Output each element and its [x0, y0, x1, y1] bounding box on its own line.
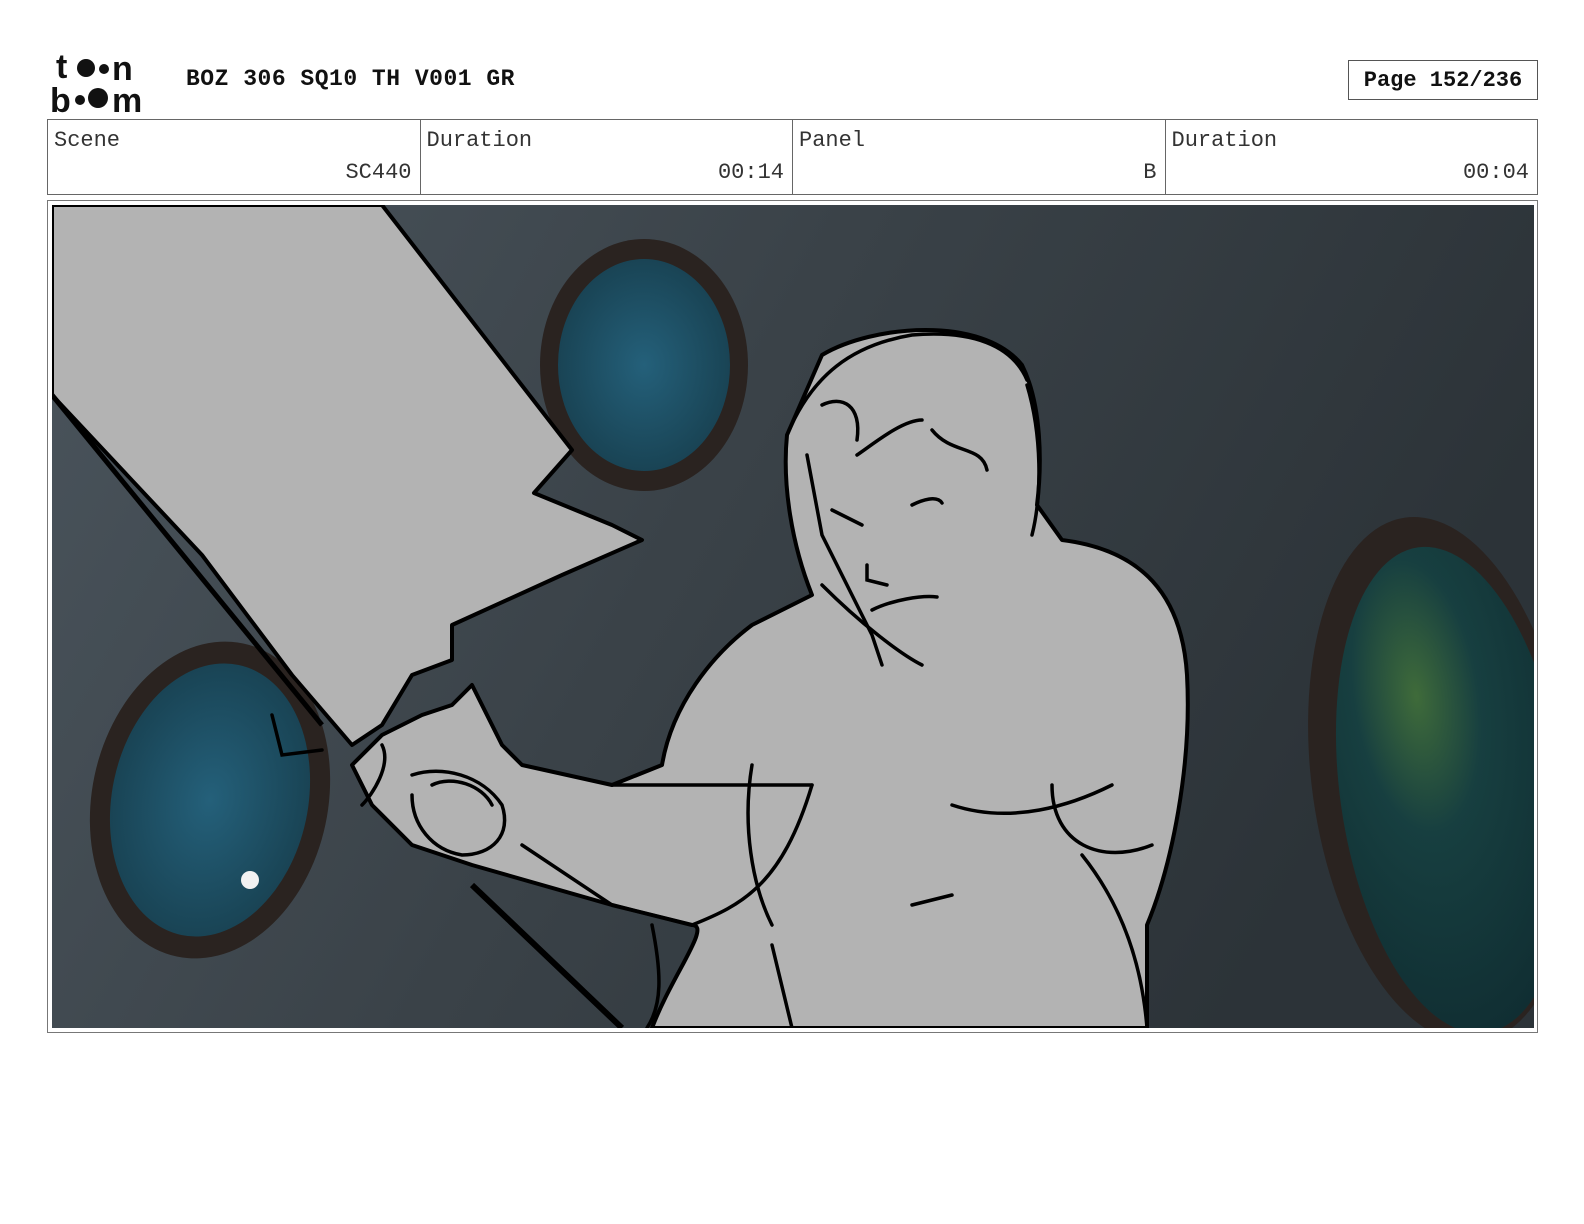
- scene-label: Scene: [54, 128, 121, 153]
- toon-boom-logo: t n b m: [50, 50, 164, 114]
- scene-duration-cell: Duration 00:14: [421, 120, 793, 194]
- scene-cell: Scene SC440: [48, 120, 421, 194]
- svg-text:m: m: [112, 82, 142, 114]
- scene-value: SC440: [345, 160, 412, 185]
- page-indicator: Page 152/236: [1348, 60, 1538, 100]
- panel-cell: Panel B: [793, 120, 1166, 194]
- panel-label: Panel: [799, 128, 866, 153]
- scene-info-table: Scene SC440 Duration 00:14 Panel B Durat…: [47, 119, 1538, 195]
- panel-duration-cell: Duration 00:04: [1166, 120, 1538, 194]
- scene-duration-label: Duration: [426, 128, 533, 153]
- scene-duration-value: 00:14: [717, 160, 784, 185]
- document-title: BOZ 306 SQ10 TH V001 GR: [186, 66, 515, 92]
- panel-duration-label: Duration: [1171, 128, 1278, 153]
- svg-text:t: t: [56, 50, 67, 86]
- panel-value: B: [1143, 160, 1157, 185]
- panel-duration-value: 00:04: [1462, 160, 1529, 185]
- storyboard-panel-image: [52, 205, 1534, 1028]
- svg-text:b: b: [50, 82, 71, 114]
